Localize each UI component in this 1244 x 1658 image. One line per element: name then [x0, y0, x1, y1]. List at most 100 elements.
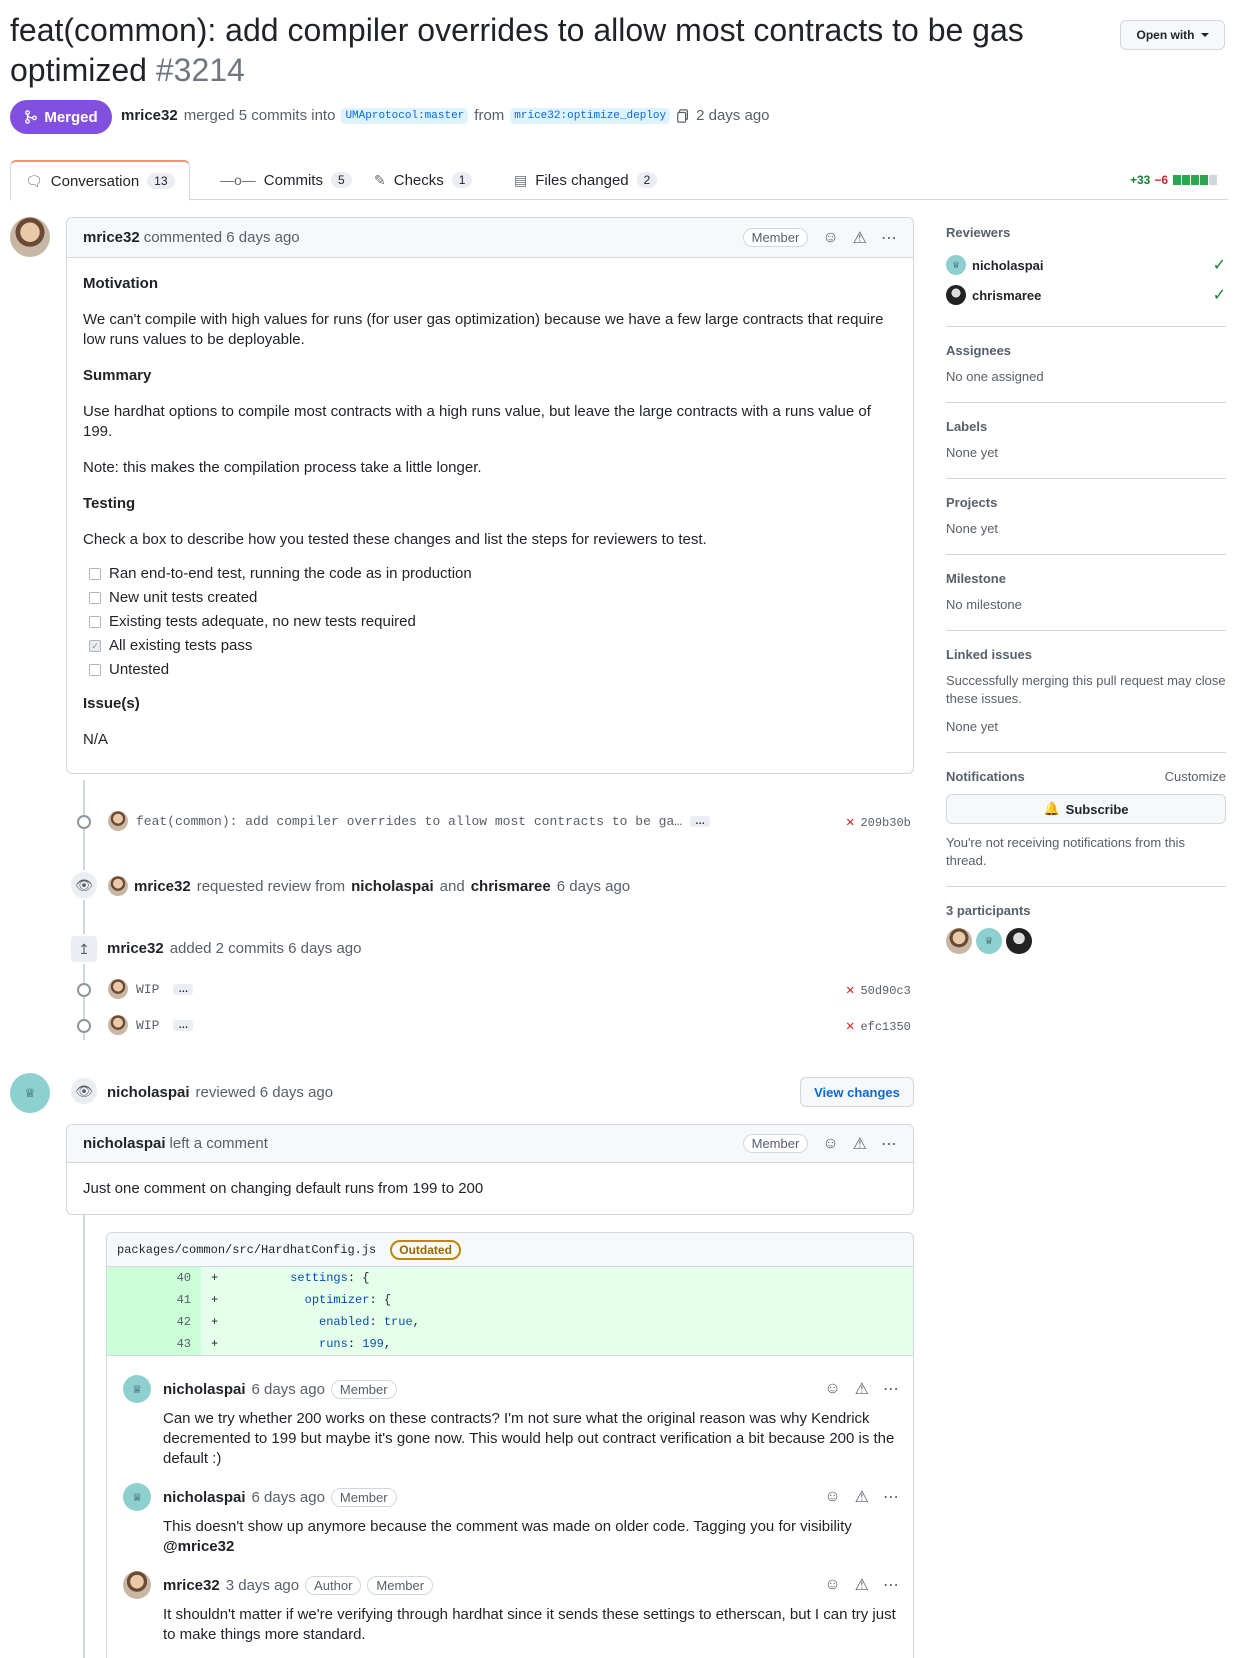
kebab-icon[interactable]: ⋯ — [883, 1379, 899, 1399]
comment-author[interactable]: nicholaspai — [163, 1489, 246, 1506]
report-icon[interactable]: ⚠ — [855, 1487, 869, 1507]
milestone-heading[interactable]: Milestone — [946, 571, 1226, 586]
reviewers-heading[interactable]: Reviewers — [946, 225, 1226, 240]
avatar[interactable] — [1006, 928, 1032, 954]
report-icon[interactable]: ⚠ — [855, 1575, 869, 1595]
motivation-text: We can't compile with high values for ru… — [83, 311, 884, 348]
expand-commit-button[interactable]: … — [690, 815, 711, 827]
task-checkbox[interactable] — [89, 616, 101, 628]
avatar[interactable] — [108, 979, 128, 999]
expand-commit-button[interactable]: … — [173, 1019, 194, 1031]
task-item: ✓ All existing tests pass — [89, 634, 897, 658]
smiley-icon[interactable]: ☺ — [822, 1135, 838, 1153]
avatar[interactable] — [10, 217, 50, 257]
task-checkbox[interactable] — [89, 592, 101, 604]
line-number[interactable]: 43 — [107, 1333, 201, 1355]
task-label: New unit tests created — [109, 589, 258, 606]
view-changes-button[interactable]: View changes — [800, 1077, 914, 1107]
head-branch[interactable]: mrice32:optimize_deploy — [510, 107, 671, 124]
avatar[interactable] — [108, 811, 128, 831]
tab-checks[interactable]: ✎ Checks 1 — [360, 160, 486, 200]
diffstat-bar — [1172, 175, 1218, 185]
task-checkbox[interactable] — [89, 568, 101, 580]
report-icon[interactable]: ⚠ — [855, 1379, 869, 1399]
comment-author[interactable]: nicholaspai — [83, 1135, 166, 1152]
avatar[interactable] — [946, 285, 966, 305]
avatar[interactable] — [108, 876, 128, 896]
commit-message[interactable]: feat(common): add compiler overrides to … — [136, 814, 682, 829]
commit-message[interactable]: WIP — [136, 982, 159, 997]
report-icon[interactable]: ⚠ — [853, 1134, 867, 1154]
pr-author-link[interactable]: mrice32 — [121, 107, 178, 124]
assignees-heading[interactable]: Assignees — [946, 343, 1226, 358]
avatar[interactable] — [108, 1015, 128, 1035]
testing-text: Check a box to describe how you tested t… — [83, 531, 707, 548]
tab-commits[interactable]: —o— Commits 5 — [206, 160, 366, 200]
avatar[interactable]: ♕ — [123, 1483, 151, 1511]
event-user[interactable]: mrice32 — [134, 878, 191, 895]
event-user[interactable]: nicholaspai — [107, 1084, 190, 1101]
copy-icon[interactable] — [676, 108, 690, 123]
comment-author[interactable]: mrice32 — [83, 229, 140, 246]
comment-action: commented 6 days ago — [143, 229, 300, 246]
kebab-icon[interactable]: ⋯ — [883, 1487, 899, 1507]
commit-sha[interactable]: ✕ efc1350 — [846, 1018, 911, 1035]
customize-link[interactable]: Customize — [1165, 769, 1226, 784]
kebab-icon[interactable]: ⋯ — [881, 228, 897, 248]
avatar[interactable]: ♕ — [10, 1073, 50, 1113]
event-user[interactable]: mrice32 — [107, 940, 164, 957]
file-path[interactable]: packages/common/src/HardhatConfig.js — [117, 1243, 376, 1257]
reviewer-link[interactable]: chrismaree — [471, 878, 551, 895]
smiley-icon[interactable]: ☺ — [824, 1576, 840, 1594]
code-key: runs — [319, 1337, 348, 1351]
commit-sha[interactable]: ✕ 209b30b — [846, 814, 911, 831]
smiley-icon[interactable]: ☺ — [824, 1488, 840, 1506]
base-branch[interactable]: UMAprotocol:master — [341, 107, 469, 124]
projects-heading[interactable]: Projects — [946, 495, 1226, 510]
code-key: enabled — [319, 1315, 370, 1329]
comment-time[interactable]: 6 days ago — [252, 1489, 325, 1506]
avatar[interactable] — [946, 928, 972, 954]
smiley-icon[interactable]: ☺ — [822, 229, 838, 247]
kebab-icon[interactable]: ⋯ — [883, 1575, 899, 1595]
open-with-button[interactable]: Open with — [1120, 20, 1225, 50]
avatar[interactable]: ♕ — [123, 1375, 151, 1403]
line-number[interactable]: 42 — [107, 1311, 201, 1333]
comment-author[interactable]: nicholaspai — [163, 1381, 246, 1398]
linked-issues-heading[interactable]: Linked issues — [946, 647, 1226, 662]
expand-commit-button[interactable]: … — [173, 983, 194, 995]
tab-count: 13 — [147, 173, 175, 189]
code-text: + runs: 199, — [201, 1333, 913, 1355]
commit-message[interactable]: WIP — [136, 1018, 159, 1033]
line-number[interactable]: 41 — [107, 1289, 201, 1311]
reviewer-name[interactable]: nicholaspai — [972, 258, 1044, 273]
comment-header: nicholaspai left a comment Member ☺ ⚠ ⋯ — [67, 1125, 913, 1163]
task-checkbox[interactable] — [89, 664, 101, 676]
labels-heading[interactable]: Labels — [946, 419, 1226, 434]
smiley-icon[interactable]: ☺ — [824, 1380, 840, 1398]
avatar[interactable]: ♕ — [976, 928, 1002, 954]
line-number[interactable]: 40 — [107, 1267, 201, 1289]
reviewer-link[interactable]: nicholaspai — [351, 878, 434, 895]
comment-time[interactable]: 6 days ago — [252, 1381, 325, 1398]
comment-time[interactable]: 3 days ago — [226, 1577, 299, 1594]
tab-count: 1 — [451, 172, 473, 188]
subscribe-button[interactable]: 🔔 Subscribe — [946, 794, 1226, 824]
commit-row: WIP … — [108, 979, 194, 999]
report-icon[interactable]: ⚠ — [853, 228, 867, 248]
sha-text: efc1350 — [860, 1019, 911, 1034]
user-mention[interactable]: @mrice32 — [163, 1538, 234, 1555]
comment-author[interactable]: mrice32 — [163, 1577, 220, 1594]
task-checkbox[interactable]: ✓ — [89, 640, 101, 652]
reviewer-name[interactable]: chrismaree — [972, 288, 1041, 303]
task-item: Existing tests adequate, no new tests re… — [89, 610, 897, 634]
avatar[interactable]: ♕ — [946, 255, 966, 275]
tab-conversation[interactable]: 🗨 Conversation 13 — [10, 160, 190, 201]
code-value: true — [383, 1315, 413, 1329]
commit-sha[interactable]: ✕ 50d90c3 — [846, 982, 911, 999]
x-icon: ✕ — [846, 815, 855, 831]
avatar[interactable] — [123, 1571, 151, 1599]
code-punct: : { — [369, 1293, 392, 1307]
kebab-icon[interactable]: ⋯ — [881, 1134, 897, 1154]
tab-files-changed[interactable]: ▤ Files changed 2 — [500, 160, 671, 200]
